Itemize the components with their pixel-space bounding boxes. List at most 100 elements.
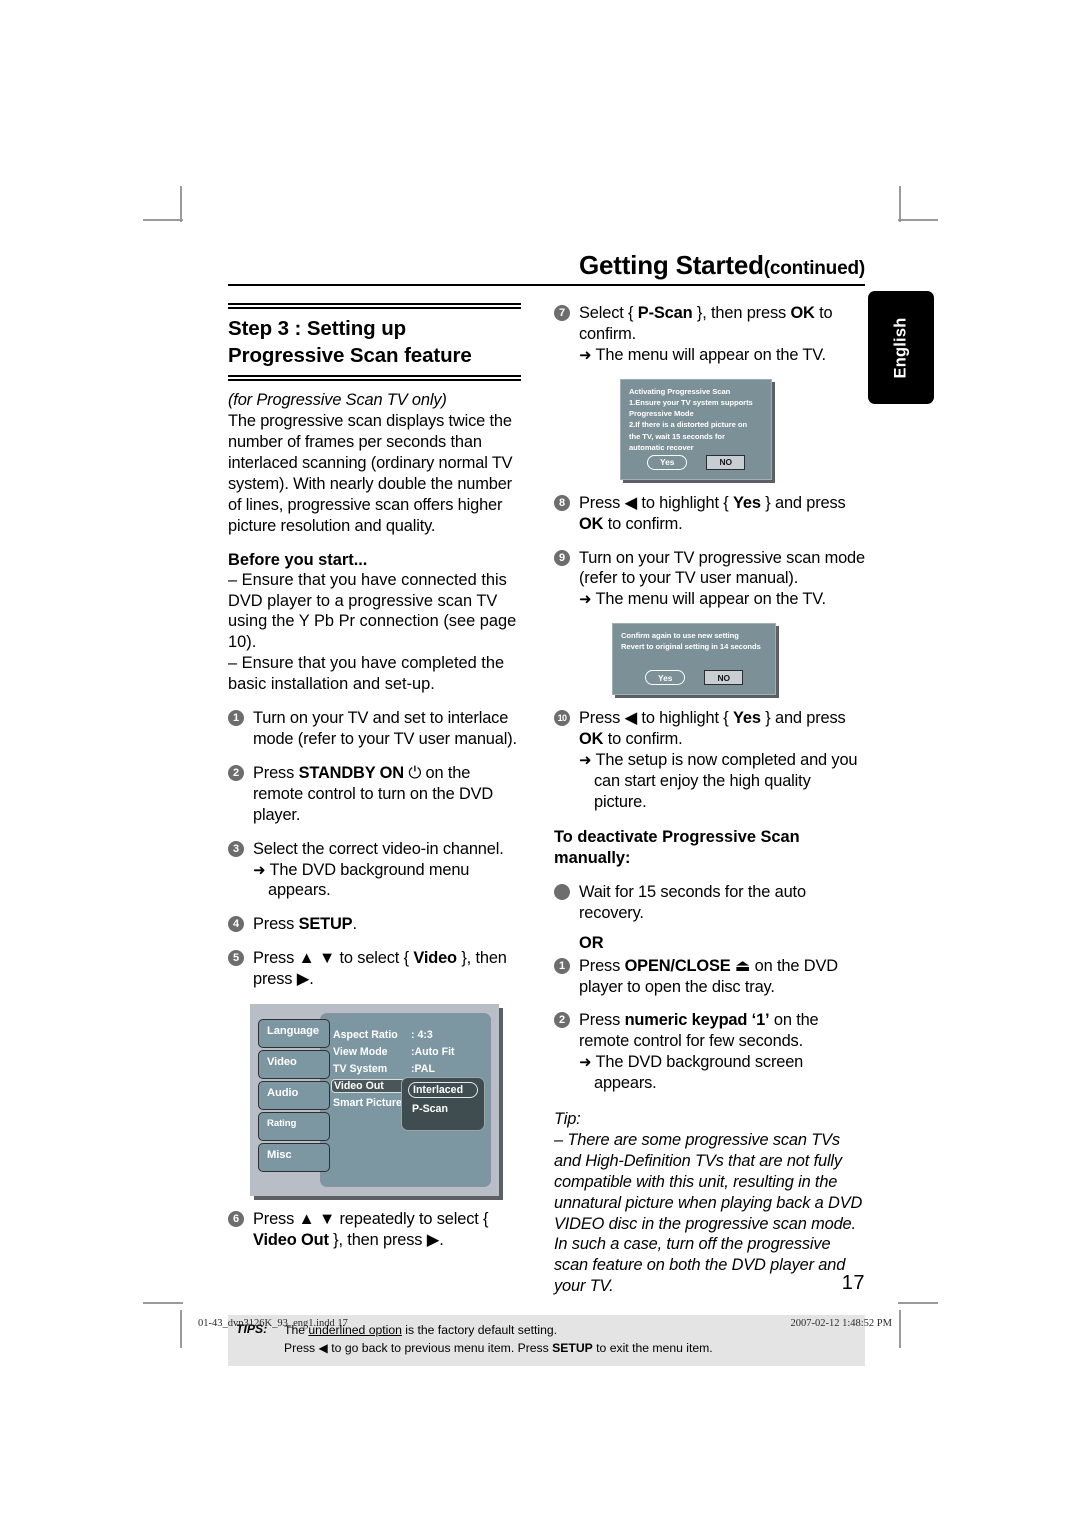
dvd-row-aspect-ratio: Aspect Ratio : 4:3 xyxy=(333,1026,455,1043)
dvd-row-label: Smart Picture xyxy=(333,1096,402,1109)
osd-1-buttons: Yes NO xyxy=(621,454,771,470)
step-3-result-text: The DVD background menu appears. xyxy=(268,860,470,900)
before-you-start-heading: Before you start... xyxy=(228,550,368,569)
step-1: 1 Turn on your TV and set to interlace m… xyxy=(228,708,521,750)
crop-mark-top-left-v xyxy=(180,186,182,222)
crop-mark-bottom-right-h xyxy=(898,1302,938,1304)
step-7-number: 7 xyxy=(554,305,570,321)
osd-2-buttons: Yes NO xyxy=(613,670,775,686)
section-title: Step 3 : Setting up Progressive Scan fea… xyxy=(228,316,521,369)
step-7: 7 Select { P-Scan }, then press OK to con… xyxy=(554,303,865,366)
dvd-option-p-scan: P-Scan xyxy=(412,1103,448,1116)
yes-option-label: Yes xyxy=(733,709,761,728)
tips-line-1: The underlined option is the factory def… xyxy=(284,1322,713,1340)
step-3-number: 3 xyxy=(228,840,244,857)
or-step-1-pre: Press xyxy=(579,956,625,975)
ok-button-label: OK xyxy=(579,730,604,749)
tips-body: The underlined option is the factory def… xyxy=(284,1322,713,1357)
crop-mark-top-right-h xyxy=(898,219,938,221)
before-you-start-item-2: – Ensure that you have completed the bas… xyxy=(228,654,505,694)
osd-2-line1: Confirm again to use new setting xyxy=(621,631,739,641)
tips-line-2-post: to exit the menu item. xyxy=(592,1340,713,1355)
open-close-button-label: OPEN/CLOSE xyxy=(624,956,731,975)
osd-1-line2: 1.Ensure your TV system supports xyxy=(629,397,753,407)
header-rule xyxy=(228,284,865,286)
step-3-result: ➜ The DVD background menu appears. xyxy=(253,860,521,902)
two-column-layout: Step 3 : Setting up Progressive Scan fea… xyxy=(228,303,865,1297)
before-you-start-item-1: – Ensure that you have connected this DV… xyxy=(228,570,517,652)
result-arrow-icon: ➜ xyxy=(579,346,592,364)
or-step-2-result: ➜ The DVD background screen appears. xyxy=(579,1052,865,1094)
page-content: Getting Started(continued) Step 3 : Sett… xyxy=(228,250,865,1366)
osd-2-text: Confirm again to use new setting Revert … xyxy=(621,630,775,652)
tip-label: Tip: xyxy=(554,1110,581,1129)
result-arrow-icon: ➜ xyxy=(253,861,266,879)
dvd-sidebar-item-video: Video xyxy=(258,1050,330,1080)
deactivate-heading: To deactivate Progressive Scan manually: xyxy=(554,827,865,869)
language-tab-english: English xyxy=(868,291,934,404)
setup-button-label: SETUP xyxy=(298,915,353,934)
step-5: 5 Press ▲ ▼ to select { Video }, then pre… xyxy=(228,948,521,990)
osd-2-no-button: NO xyxy=(704,670,743,686)
or-step-2-pre: Press xyxy=(579,1011,625,1030)
intro-body-text: The progressive scan displays twice the … xyxy=(228,412,513,535)
result-arrow-icon: ➜ xyxy=(579,591,592,609)
step-10-pre: Press ◀ to highlight { xyxy=(579,709,734,728)
section-title-line1: Step 3 : Setting up xyxy=(228,317,407,340)
dvd-row-value: :Auto Fit xyxy=(411,1045,455,1058)
dvd-video-out-popup: Interlaced P-Scan xyxy=(401,1077,485,1132)
dvd-setup-menu-screenshot: Aspect Ratio : 4:3 View Mode :Auto Fit T… xyxy=(250,1004,499,1197)
page-title: Getting Started xyxy=(578,250,764,280)
osd-1-line3: Progressive Mode xyxy=(629,409,694,419)
osd-2-line2: Revert to original setting in 14 seconds xyxy=(621,642,761,652)
p-scan-option-label: P-Scan xyxy=(637,304,693,322)
setup-button-label: SETUP xyxy=(552,1340,593,1355)
osd-1-line4: 2.If there is a distorted picture on xyxy=(629,420,748,430)
osd-1-yes-button: Yes xyxy=(646,454,688,470)
step-9: 9 Turn on your TV progressive scan mode … xyxy=(554,548,865,611)
numeric-keypad-label: numeric keypad ‘1’ xyxy=(624,1011,770,1030)
step-6-number: 6 xyxy=(228,1211,244,1228)
or-step-2: 2 Press numeric keypad ‘1’ on the remote … xyxy=(554,1010,865,1094)
dvd-row-tv-system: TV System :PAL xyxy=(333,1060,455,1077)
result-arrow-icon: ➜ xyxy=(579,752,592,770)
deactivate-bullet-text: Wait for 15 seconds for the auto recover… xyxy=(579,882,806,922)
crop-mark-top-right-v xyxy=(899,186,901,222)
step-2-number: 2 xyxy=(228,764,244,781)
step-2-pre: Press xyxy=(253,763,299,782)
step-9-result-text: The menu will appear on the TV. xyxy=(595,590,827,609)
page-header: Getting Started(continued) xyxy=(228,250,865,283)
step-10-result-text: The setup is now completed and you can s… xyxy=(594,751,858,811)
language-tab-label: English xyxy=(891,317,910,378)
page-title-continued: (continued) xyxy=(763,258,865,279)
step-4-post: . xyxy=(352,915,357,934)
crop-mark-footer-left-v xyxy=(180,1310,182,1348)
deactivate-heading-line2: manually: xyxy=(554,848,631,867)
page-number: 17 xyxy=(841,1272,865,1294)
step-10: 10 Press ◀ to highlight { Yes } and press… xyxy=(554,708,865,813)
step-8-number: 8 xyxy=(554,494,570,511)
dvd-menu-main-panel: Aspect Ratio : 4:3 View Mode :Auto Fit T… xyxy=(320,1013,491,1188)
eject-icon: ⏏ xyxy=(730,956,751,975)
intro-italic-note: (for Progressive Scan TV only) xyxy=(228,391,447,410)
step-5-number: 5 xyxy=(228,950,244,967)
step-9-result: ➜ The menu will appear on the TV. xyxy=(579,589,865,610)
ok-button-label: OK xyxy=(579,514,604,533)
step-10-mid: } and press xyxy=(760,709,846,728)
or-step-1: 1 Press OPEN/CLOSE ⏏ on the DVD player to… xyxy=(554,956,865,998)
crop-mark-bottom-left-h xyxy=(143,1302,183,1304)
deactivate-heading-line1: To deactivate Progressive Scan xyxy=(554,827,800,846)
step-3-text: Select the correct video-in channel. xyxy=(253,839,504,858)
step-10-post: to confirm. xyxy=(603,730,683,749)
ok-button-label: OK xyxy=(790,304,815,322)
step-3: 3 Select the correct video-in channel. ➜… xyxy=(228,839,521,902)
step-4-number: 4 xyxy=(228,916,244,933)
step-7-mid: }, then press xyxy=(692,304,791,322)
step-4-pre: Press xyxy=(253,915,299,934)
or-step-2-number: 2 xyxy=(554,1012,570,1029)
dvd-sidebar-item-misc: Misc xyxy=(258,1143,330,1173)
dvd-row-view-mode: View Mode :Auto Fit xyxy=(333,1043,455,1060)
tips-line-1-post: is the factory default setting. xyxy=(401,1323,558,1338)
step-10-number: 10 xyxy=(554,710,570,727)
step-4: 4 Press SETUP. xyxy=(228,914,521,935)
